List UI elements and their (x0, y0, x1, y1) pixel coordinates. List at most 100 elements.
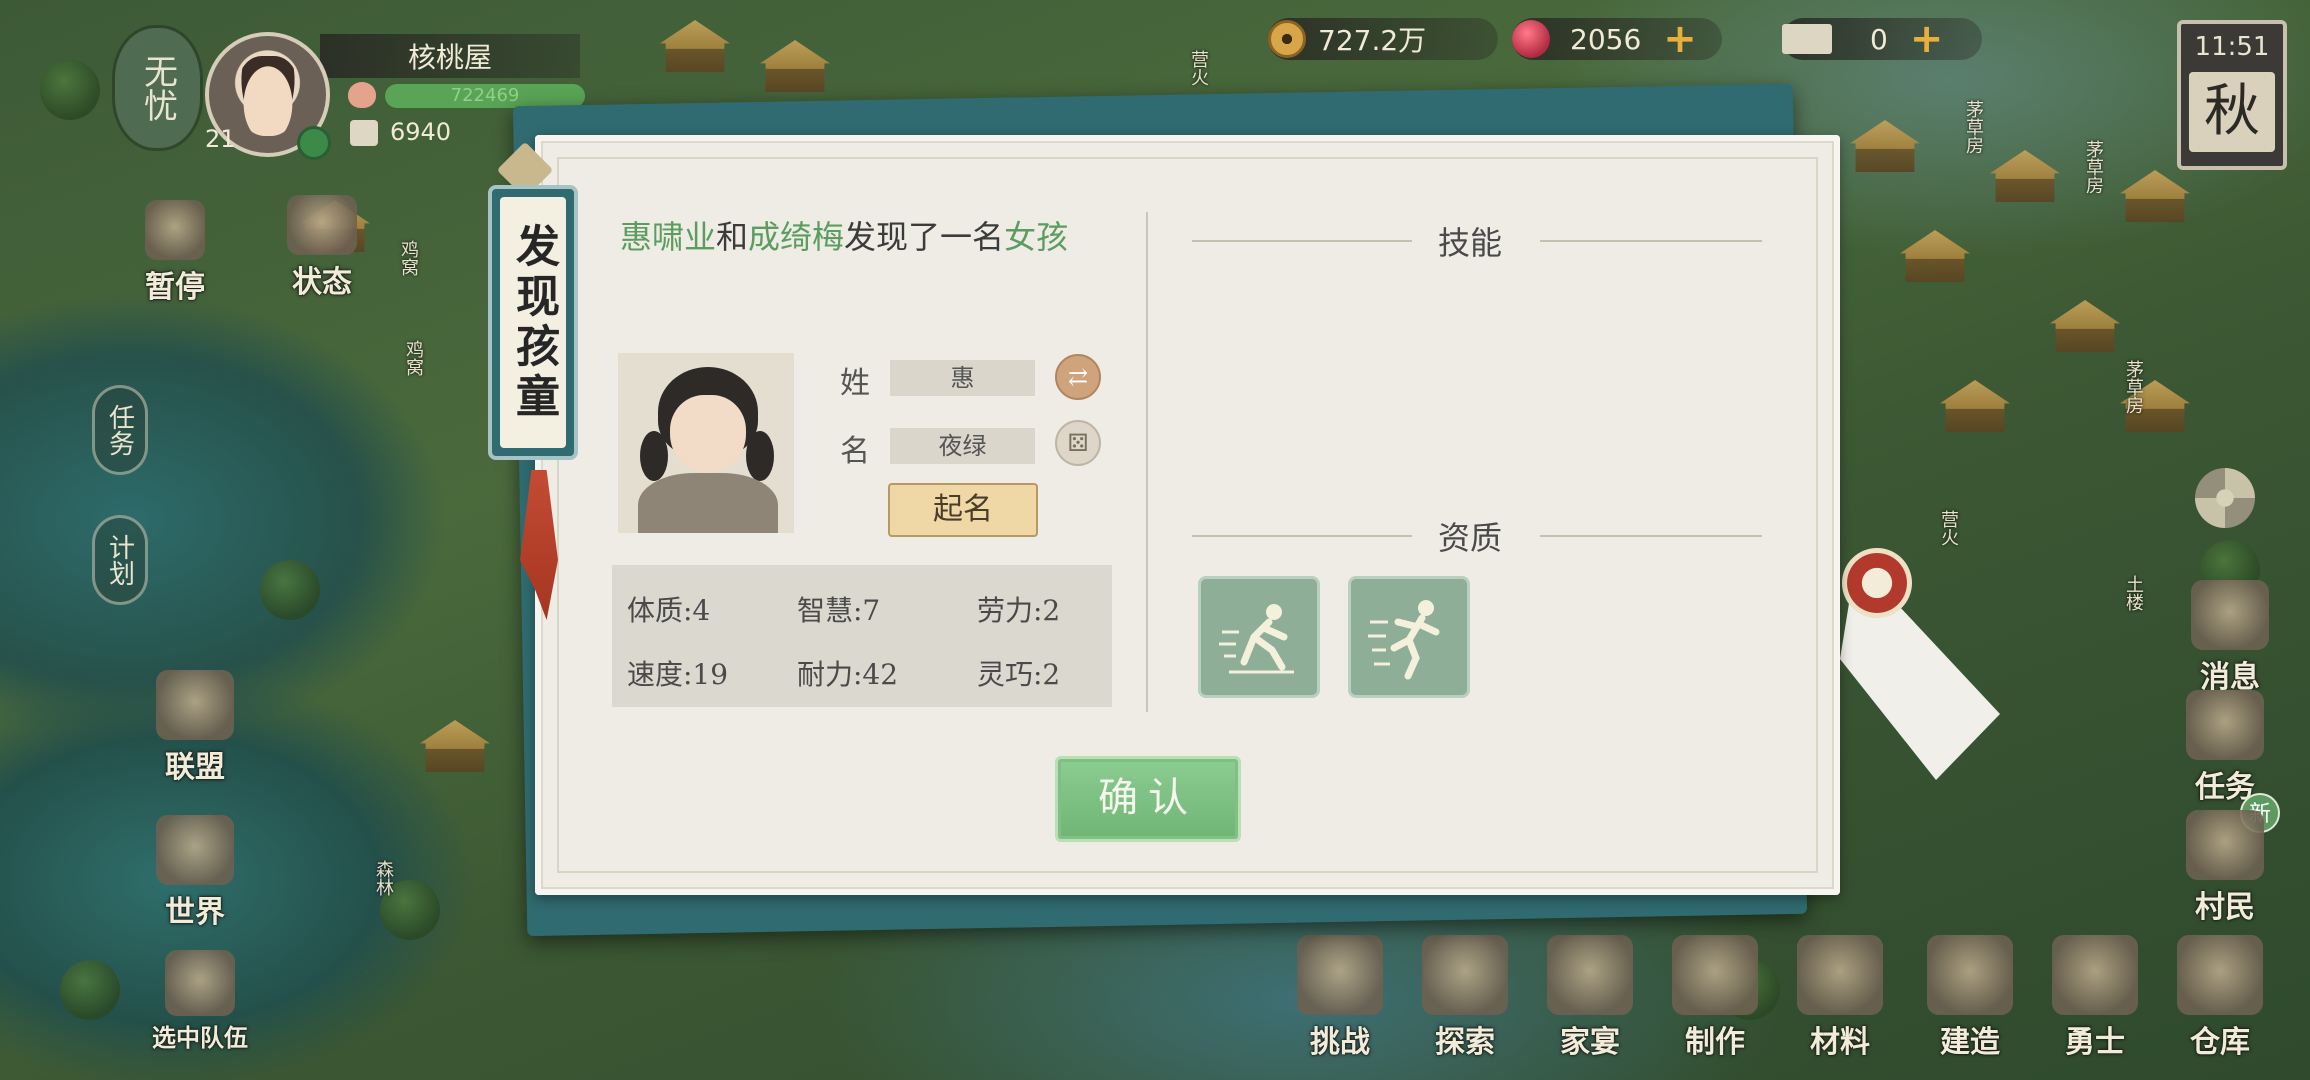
confirm-button[interactable]: 确认 (1055, 756, 1241, 842)
challenge-button[interactable]: 挑战 (1285, 935, 1395, 1061)
materials-label: 材料 (1810, 1025, 1870, 1060)
stats-panel: 体质:4 智慧:7 劳力:2 速度:19 耐力:42 灵巧:2 (612, 565, 1112, 707)
given-name-field[interactable]: 夜绿 (890, 428, 1035, 464)
stat-labor: 劳力:2 (977, 594, 1061, 627)
dialog-divider (1146, 212, 1148, 712)
warehouse-icon (2177, 935, 2263, 1015)
task-side-button[interactable]: 任务 (92, 385, 148, 475)
player-name: 核桃屋 (320, 34, 580, 78)
swap-icon: ⇄ (1067, 363, 1089, 391)
child-body (638, 473, 778, 533)
warehouse-label: 仓库 (2190, 1025, 2250, 1060)
map-label: 茅草房 (2083, 140, 2104, 194)
select-team-button[interactable]: 选中队伍 (130, 950, 270, 1053)
villagers-label: 村民 (2195, 890, 2255, 925)
ticket-icon (1782, 24, 1832, 54)
thatched-hut[interactable] (1990, 150, 2060, 202)
map-label: 土楼 (2123, 575, 2144, 611)
set-name-button[interactable]: 起名 (888, 483, 1038, 537)
map-label: 营火 (1938, 510, 1959, 546)
materials-button[interactable]: 材料 (1785, 935, 1895, 1061)
sprinter-icon (1368, 600, 1440, 680)
aptitude-sprinter[interactable] (1348, 576, 1470, 698)
discover-verb-text: 发现了一名 (844, 218, 1005, 256)
world-map-icon (156, 815, 234, 885)
select-team-label: 选中队伍 (152, 1023, 248, 1052)
map-label: 茅草房 (1963, 100, 1984, 154)
aptitude-sprint-start[interactable] (1198, 576, 1320, 698)
scroll-icon (2186, 690, 2264, 760)
thatched-hut[interactable] (1900, 230, 1970, 282)
warriors-button[interactable]: 勇士 (2040, 935, 2150, 1061)
add-gems-icon[interactable]: + (1663, 16, 1697, 62)
add-tickets-icon[interactable]: + (1910, 16, 1944, 62)
stat-wisdom: 智慧:7 (797, 594, 881, 627)
season-label: 秋 (2189, 72, 2275, 152)
craft-button[interactable]: 制作 (1660, 935, 1770, 1061)
tasks-button[interactable]: 任务 (2165, 690, 2285, 806)
dialog-title: 发现孩童 (508, 222, 559, 423)
villagers-button[interactable]: 村民 (2170, 810, 2280, 926)
storage-icon (350, 120, 378, 146)
plan-side-button[interactable]: 计划 (92, 515, 148, 605)
world-label: 世界 (165, 895, 225, 930)
alliance-button[interactable]: 联盟 (140, 670, 250, 786)
pause-button[interactable]: 暂停 (130, 200, 220, 306)
tree (40, 60, 100, 120)
kite-head-icon (1842, 548, 1912, 618)
tree (260, 560, 320, 620)
skills-line-left (1192, 240, 1412, 242)
messages-button[interactable]: 消息 (2175, 580, 2285, 696)
aptitude-line-left (1192, 535, 1412, 537)
avatar-face (237, 56, 299, 136)
stat-endurance: 耐力:42 (797, 658, 899, 691)
craft-icon (1672, 935, 1758, 1015)
stat-speed: 速度:19 (627, 658, 729, 691)
tickets-value: 0 (1870, 22, 1888, 56)
thatched-hut[interactable] (420, 720, 490, 772)
thatched-hut[interactable] (2050, 300, 2120, 352)
banquet-label: 家宴 (1560, 1025, 1620, 1060)
banquet-button[interactable]: 家宴 (1535, 935, 1645, 1061)
clock-season-panel[interactable]: 11:51 秋 (2177, 20, 2287, 170)
discover-message: 惠啸业和成绮梅发现了一名女孩 (620, 212, 1100, 262)
storage-value: 6940 (390, 118, 452, 146)
team-portrait-icon (165, 950, 235, 1016)
parent-two-name: 成绮梅 (748, 218, 845, 256)
stat-dexterity: 灵巧:2 (977, 658, 1061, 691)
build-button[interactable]: 建造 (1915, 935, 2025, 1061)
child-portrait (618, 353, 794, 533)
aptitude-title: 资质 (1438, 519, 1503, 557)
player-level: 21 (205, 125, 236, 153)
warehouse-button[interactable]: 仓库 (2165, 935, 2275, 1061)
gems-counter: 2056 + (1512, 16, 1722, 62)
swap-surname-button[interactable]: ⇄ (1055, 354, 1101, 400)
thatched-hut[interactable] (760, 40, 830, 92)
thatched-hut[interactable] (1940, 380, 2010, 432)
explore-button[interactable]: 探索 (1410, 935, 1520, 1061)
thatched-hut[interactable] (660, 20, 730, 72)
dialog-title-scroll: 发现孩童 (488, 185, 578, 460)
dialog-title-inner: 发现孩童 (500, 197, 566, 448)
map-label: 鸡窝 (398, 240, 419, 276)
surname-label: 姓 (840, 366, 870, 401)
gems-value: 2056 (1570, 22, 1642, 56)
map-label: 茅草房 (2123, 360, 2144, 414)
thatched-hut[interactable] (1850, 120, 1920, 172)
world-button[interactable]: 世界 (140, 815, 250, 931)
warrior-icon (2052, 935, 2138, 1015)
status-button[interactable]: 状态 (272, 195, 372, 301)
coins-counter: 727.2万 (1268, 18, 1498, 60)
random-name-button[interactable]: ⚄ (1055, 420, 1101, 466)
mood-status[interactable]: 无忧 (115, 28, 200, 148)
map-label: 营火 (1188, 50, 1209, 86)
thatched-hut[interactable] (2120, 170, 2190, 222)
skills-line-right (1540, 240, 1762, 242)
surname-field[interactable]: 惠 (890, 360, 1035, 396)
stat-constitution: 体质:4 (627, 594, 711, 627)
banquet-icon (1547, 935, 1633, 1015)
challenge-icon (1297, 935, 1383, 1015)
skills-title: 技能 (1438, 224, 1503, 262)
flower-menu-icon[interactable] (2195, 468, 2255, 528)
hammer-icon (1927, 935, 2013, 1015)
